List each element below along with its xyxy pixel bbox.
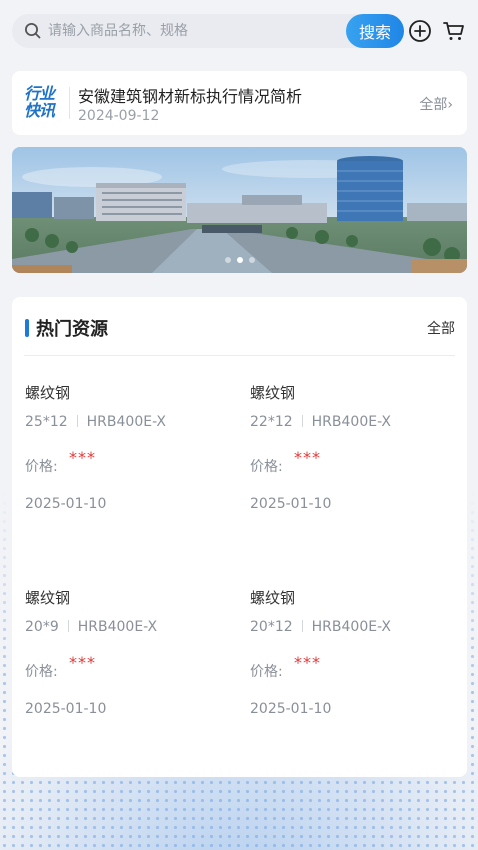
carousel-indicators xyxy=(12,257,467,263)
section-title: 热门资源 xyxy=(36,319,108,340)
carousel-dot-active[interactable] xyxy=(236,257,243,263)
item-size: 25*12 xyxy=(25,414,68,430)
item-name: 螺纹钢 xyxy=(25,589,71,607)
industry-news-card[interactable]: 行业 快讯 安徽建筑钢材新标执行情况简析 2024-09-12 全部› xyxy=(12,71,467,135)
carousel-dot[interactable] xyxy=(224,257,231,263)
search-button[interactable]: 搜索 xyxy=(346,14,404,48)
item-grade: HRB400E-X xyxy=(311,414,392,430)
item-spec: 22*12 HRB400E-X xyxy=(250,414,391,430)
top-bar: 搜索 xyxy=(12,14,466,50)
news-title[interactable]: 安徽建筑钢材新标执行情况简析 xyxy=(78,83,302,107)
resource-item[interactable]: 螺纹钢 20*9 HRB400E-X 价格: *** 2025-01-10 xyxy=(25,587,235,747)
item-price: *** xyxy=(69,653,96,672)
carousel-dot[interactable] xyxy=(248,257,255,263)
item-date: 2025-01-10 xyxy=(250,701,332,717)
item-name: 螺纹钢 xyxy=(25,384,71,402)
item-spec: 20*12 HRB400E-X xyxy=(250,619,391,635)
search-icon xyxy=(25,23,41,39)
item-size: 20*9 xyxy=(25,619,59,635)
news-all-link[interactable]: 全部› xyxy=(419,94,453,114)
item-spec: 25*12 HRB400E-X xyxy=(25,414,166,430)
resource-item[interactable]: 螺纹钢 22*12 HRB400E-X 价格: *** 2025-01-10 xyxy=(250,382,460,542)
item-price: *** xyxy=(294,653,321,672)
price-label: 价格: xyxy=(250,664,283,680)
item-price: *** xyxy=(294,448,321,467)
spec-separator xyxy=(67,620,69,632)
chevron-right-icon: › xyxy=(447,97,453,113)
item-name: 螺纹钢 xyxy=(250,589,296,607)
news-date: 2024-09-12 xyxy=(78,108,160,124)
resource-item[interactable]: 螺纹钢 25*12 HRB400E-X 价格: *** 2025-01-10 xyxy=(25,382,235,542)
price-label: 价格: xyxy=(25,664,58,680)
price-label: 价格: xyxy=(25,459,58,475)
industry-news-logo: 行业 快讯 xyxy=(24,84,55,120)
banner-image xyxy=(12,147,467,273)
item-date: 2025-01-10 xyxy=(25,701,107,717)
item-spec: 20*9 HRB400E-X xyxy=(25,619,157,635)
search-input[interactable] xyxy=(48,14,338,48)
cart-icon[interactable] xyxy=(442,19,466,43)
spec-separator xyxy=(301,415,303,427)
item-grade: HRB400E-X xyxy=(86,414,167,430)
item-date: 2025-01-10 xyxy=(25,496,107,512)
banner-carousel[interactable] xyxy=(12,147,467,273)
hot-resources-card: 热门资源 全部 螺纹钢 25*12 HRB400E-X 价格: *** 2025-… xyxy=(12,297,467,777)
item-date: 2025-01-10 xyxy=(250,496,332,512)
section-accent-bar xyxy=(25,319,29,337)
spec-separator xyxy=(301,620,303,632)
spec-separator xyxy=(76,415,78,427)
item-name: 螺纹钢 xyxy=(250,384,296,402)
item-size: 20*12 xyxy=(250,619,293,635)
hot-all-link[interactable]: 全部 xyxy=(427,318,455,338)
divider xyxy=(69,87,70,119)
plus-circle-icon[interactable] xyxy=(408,19,432,43)
item-price: *** xyxy=(69,448,96,467)
resource-item[interactable]: 螺纹钢 20*12 HRB400E-X 价格: *** 2025-01-10 xyxy=(250,587,460,747)
item-grade: HRB400E-X xyxy=(311,619,392,635)
divider xyxy=(24,355,455,356)
price-label: 价格: xyxy=(250,459,283,475)
item-grade: HRB400E-X xyxy=(77,619,158,635)
item-size: 22*12 xyxy=(250,414,293,430)
search-box[interactable]: 搜索 xyxy=(12,14,404,48)
news-all-label: 全部 xyxy=(419,97,448,113)
